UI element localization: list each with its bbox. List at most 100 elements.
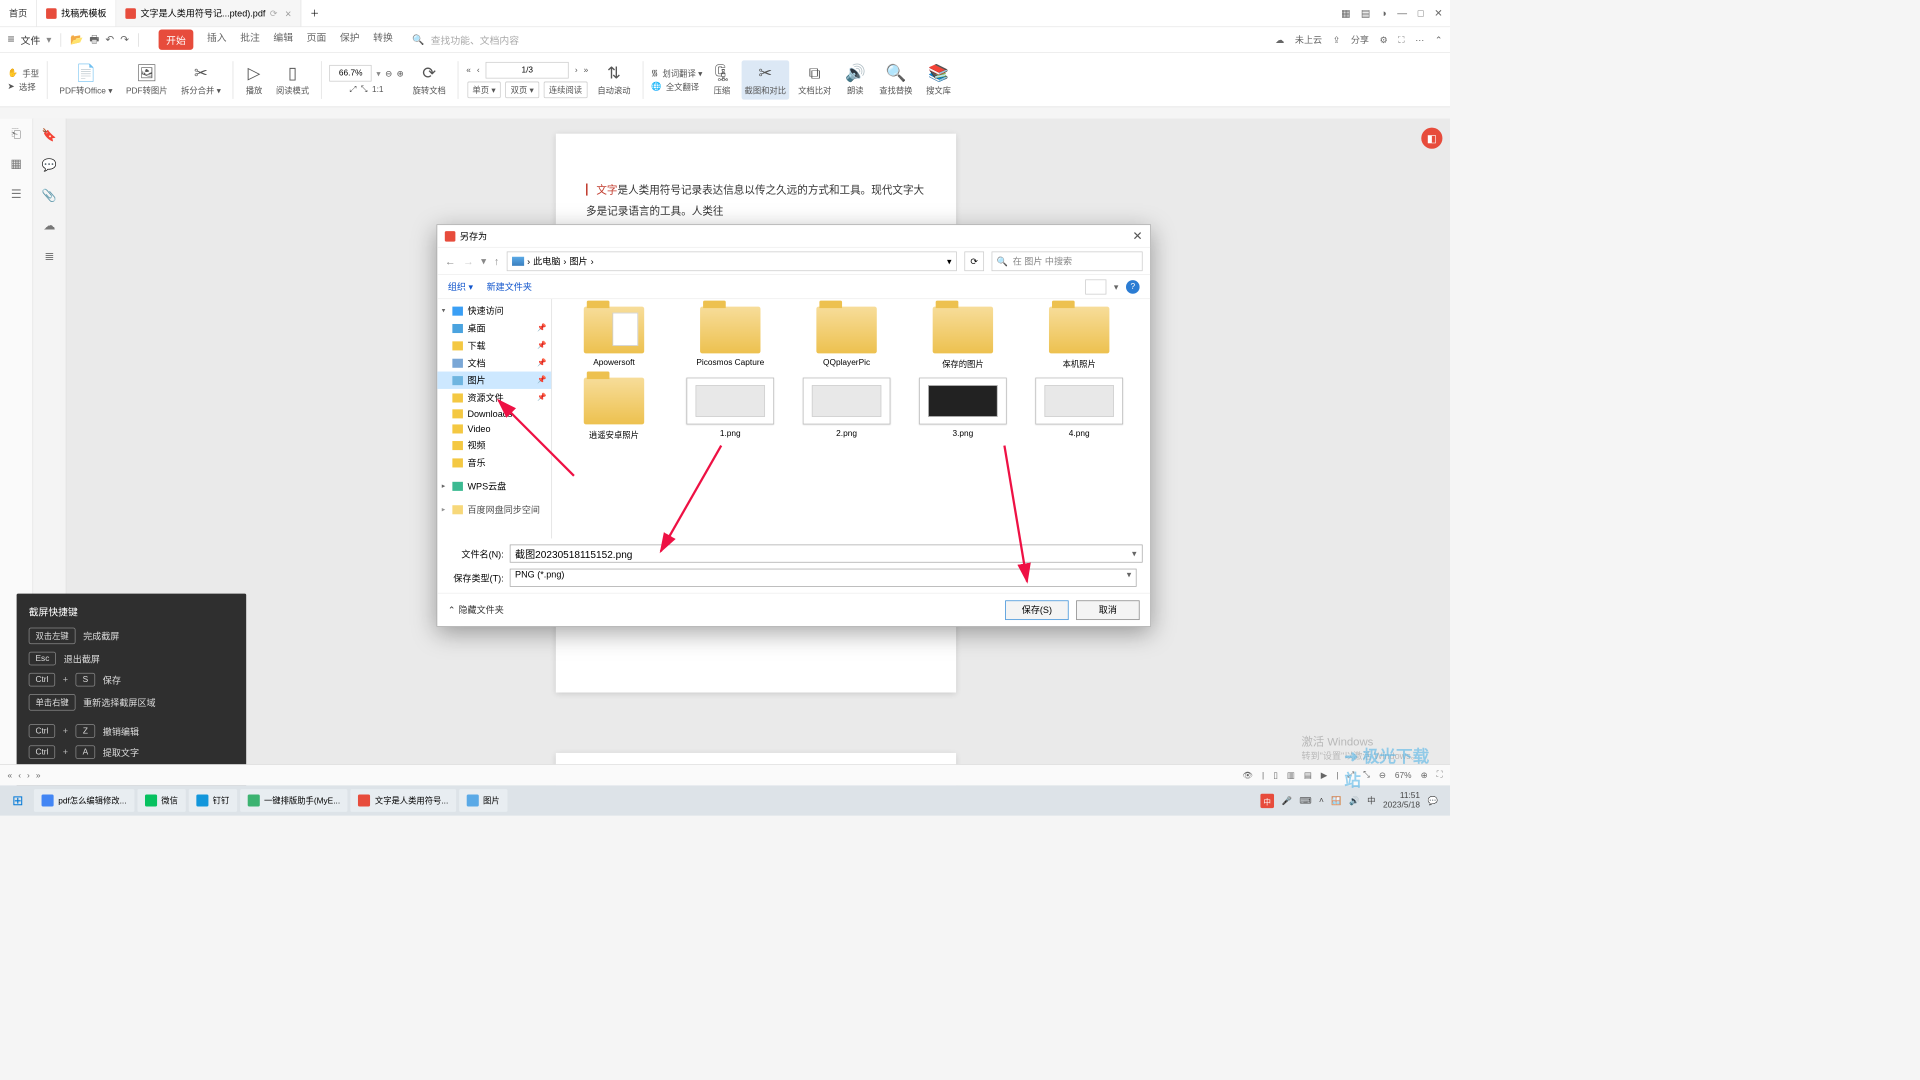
- pdf-to-office-button[interactable]: 📄PDF转Office ▾: [55, 63, 117, 96]
- tray-network-icon[interactable]: 🪟: [1331, 796, 1341, 806]
- read-mode-button[interactable]: ▯阅读模式: [271, 63, 313, 96]
- grid-item[interactable]: 4.png: [1025, 378, 1134, 441]
- tree-downloads[interactable]: 下载📌: [437, 337, 551, 354]
- ribbon-tab-comment[interactable]: 批注: [240, 29, 260, 49]
- tray-mic-icon[interactable]: 🎤: [1282, 796, 1292, 806]
- attachment-icon[interactable]: 📎: [42, 188, 57, 203]
- tray-lang-icon[interactable]: 中: [1367, 794, 1375, 806]
- minimize-icon[interactable]: —: [1397, 7, 1407, 19]
- next-page-icon[interactable]: ›: [575, 65, 578, 74]
- file-grid[interactable]: Apowersoft Picosmos Capture QQplayerPic …: [552, 299, 1150, 538]
- apps-icon[interactable]: ▤: [1361, 7, 1370, 19]
- nav-up-icon[interactable]: ↑: [494, 255, 499, 267]
- breadcrumb-root[interactable]: 此电脑: [533, 255, 560, 268]
- grid-item[interactable]: 2.png: [792, 378, 901, 441]
- split-merge-button[interactable]: ✂拆分合并 ▾: [177, 63, 226, 96]
- first-page-icon[interactable]: «: [466, 65, 471, 74]
- compress-button[interactable]: 🗜压缩: [707, 63, 737, 96]
- eye-icon[interactable]: 👁: [1242, 770, 1253, 780]
- notification-icon[interactable]: 💬: [1428, 796, 1438, 806]
- breadcrumb[interactable]: › 此电脑 › 图片 › ▾: [507, 251, 957, 271]
- hide-folders-toggle[interactable]: ⌃隐藏文件夹: [448, 603, 504, 616]
- skin-icon[interactable]: ◑: [1381, 7, 1387, 19]
- grid-item[interactable]: 1.png: [676, 378, 785, 441]
- filename-input[interactable]: [510, 544, 1143, 562]
- play-button[interactable]: ▷播放: [241, 63, 267, 96]
- file-menu[interactable]: 文件: [21, 32, 41, 46]
- tree-video-en[interactable]: Video: [437, 421, 551, 436]
- tab-sync-icon[interactable]: ⟳: [270, 8, 278, 19]
- single-page-button[interactable]: 单页 ▾: [467, 81, 501, 98]
- stack-icon[interactable]: ≣: [44, 248, 54, 263]
- sb-view1-icon[interactable]: ▯: [1273, 770, 1278, 780]
- full-translate-label[interactable]: 全文翻译: [666, 80, 699, 92]
- grid-item[interactable]: QQplayerPic: [792, 307, 901, 370]
- sb-first-icon[interactable]: «: [8, 771, 13, 780]
- sb-last-icon[interactable]: »: [36, 771, 41, 780]
- print-icon[interactable]: 🖶: [89, 31, 99, 49]
- tray-keyboard-icon[interactable]: ⌨: [1299, 796, 1311, 806]
- screenshot-compare-button[interactable]: ✂截图和对比: [741, 60, 789, 99]
- search-placeholder[interactable]: 查找功能、文档内容: [431, 32, 519, 46]
- cloud-rail-icon[interactable]: ☁: [43, 218, 55, 233]
- sb-view3-icon[interactable]: ▤: [1304, 770, 1312, 780]
- fit-page-icon[interactable]: ⤡: [361, 85, 368, 95]
- doc-compare-button[interactable]: ⧉文档比对: [794, 63, 836, 96]
- ribbon-tab-page[interactable]: 页面: [307, 29, 327, 49]
- filetype-select[interactable]: PNG (*.png)▾: [510, 569, 1137, 587]
- word-translate-label[interactable]: 划词翻译 ▾: [663, 67, 703, 79]
- tree-pictures[interactable]: 图片📌: [437, 372, 551, 389]
- read-aloud-button[interactable]: 🔊朗读: [840, 63, 870, 96]
- fullscreen-icon[interactable]: ⛶: [1398, 34, 1404, 45]
- cloud-icon[interactable]: ☁: [1275, 34, 1284, 45]
- new-tab-button[interactable]: ＋: [301, 0, 328, 26]
- close-icon[interactable]: ×: [285, 7, 291, 19]
- taskbar-item[interactable]: 钉钉: [188, 789, 236, 812]
- select-label[interactable]: 选择: [19, 80, 36, 92]
- tree-music[interactable]: 音乐: [437, 454, 551, 471]
- outline-icon[interactable]: ⎗: [11, 128, 21, 142]
- collapse-icon[interactable]: ⌃: [1435, 34, 1443, 45]
- find-replace-button[interactable]: 🔍查找替换: [875, 63, 917, 96]
- new-folder-button[interactable]: 新建文件夹: [487, 280, 532, 293]
- tree-more[interactable]: ▸百度网盘同步空间: [437, 501, 551, 518]
- save-button[interactable]: 保存(S): [1005, 600, 1068, 620]
- ribbon-tab-edit[interactable]: 编辑: [273, 29, 293, 49]
- grid-item[interactable]: 本机照片: [1025, 307, 1134, 370]
- cancel-button[interactable]: 取消: [1076, 600, 1139, 620]
- folder-tree[interactable]: ▾快速访问 桌面📌 下载📌 文档📌 图片📌 资源文件📌 Downloads Vi…: [437, 299, 552, 538]
- comment-icon[interactable]: 💬: [42, 158, 57, 173]
- more-icon[interactable]: ⋯: [1415, 34, 1424, 45]
- word-translate-icon[interactable]: ᯾: [651, 67, 658, 78]
- ribbon-tab-protect[interactable]: 保护: [340, 29, 360, 49]
- taskbar-item[interactable]: pdf怎么编辑修改...: [34, 789, 134, 812]
- ribbon-tab-start[interactable]: 开始: [159, 29, 194, 49]
- fit-width-icon[interactable]: ⤢: [350, 85, 357, 95]
- hamburger-icon[interactable]: ≡: [8, 33, 15, 47]
- ime-indicator[interactable]: 中: [1260, 793, 1274, 807]
- view-mode-button[interactable]: [1085, 279, 1106, 294]
- hand-label[interactable]: 手型: [22, 67, 39, 79]
- pdf-to-image-button[interactable]: 🖼PDF转图片: [121, 63, 172, 96]
- maximize-icon[interactable]: □: [1418, 7, 1424, 19]
- tab-home[interactable]: 首页: [0, 0, 37, 26]
- bookmark-icon[interactable]: 🔖: [42, 128, 57, 143]
- zoom-out-icon[interactable]: ⊖: [385, 68, 392, 78]
- ribbon-tab-insert[interactable]: 插入: [207, 29, 227, 49]
- hand-icon[interactable]: ✋: [8, 68, 18, 78]
- autoscroll-button[interactable]: ⇅自动滚动: [593, 63, 635, 96]
- refresh-button[interactable]: ⟳: [964, 251, 984, 271]
- tree-video-cn[interactable]: 视频: [437, 437, 551, 454]
- page-input[interactable]: [486, 62, 569, 79]
- assistant-badge-icon[interactable]: ◧: [1421, 128, 1442, 149]
- undo-icon[interactable]: ↶: [105, 33, 114, 46]
- redo-icon[interactable]: ↷: [120, 33, 129, 46]
- dialog-close-icon[interactable]: ✕: [1132, 228, 1142, 243]
- zoom-in-icon[interactable]: ⊕: [397, 68, 404, 78]
- dialog-search-input[interactable]: 🔍 在 图片 中搜索: [992, 251, 1143, 271]
- organize-button[interactable]: 组织 ▾: [448, 280, 473, 293]
- prev-page-icon[interactable]: ‹: [477, 65, 480, 74]
- sb-prev-icon[interactable]: ‹: [18, 771, 21, 780]
- tab-templates[interactable]: 找稿壳模板: [37, 0, 116, 26]
- start-button[interactable]: ⊞: [5, 789, 32, 812]
